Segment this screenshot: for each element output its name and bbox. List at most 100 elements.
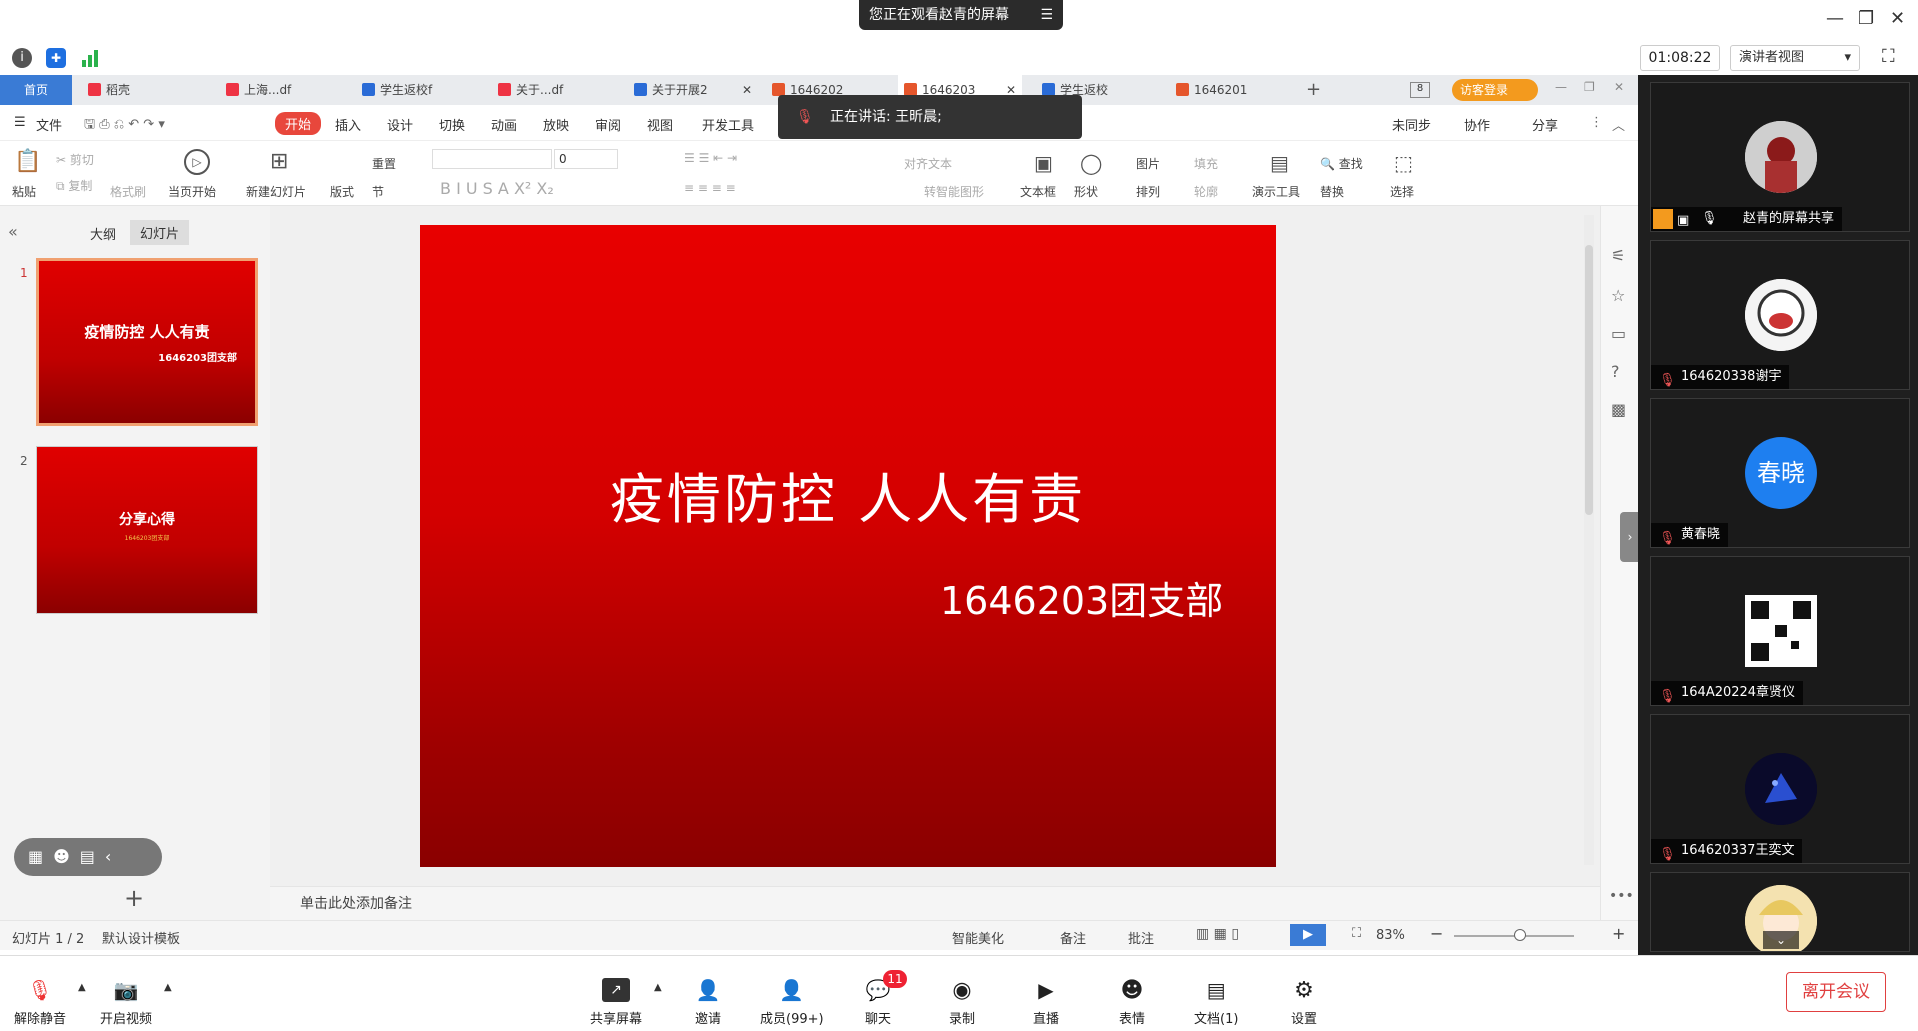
invite-button[interactable]: 👤 邀请 xyxy=(694,978,722,1027)
settings-button[interactable]: ⚙ 设置 xyxy=(1290,978,1318,1027)
tab-outline[interactable]: 大纲 xyxy=(90,224,116,243)
help-icon[interactable]: ? xyxy=(1611,362,1620,381)
menu-transition[interactable]: 切换 xyxy=(439,115,465,134)
floating-tools-pill[interactable]: ▦☻▤‹ xyxy=(14,838,162,876)
menu-animation[interactable]: 动画 xyxy=(491,115,517,134)
share-screen-button[interactable]: ↗ 共享屏幕 xyxy=(590,978,642,1027)
tab-word-about[interactable]: 关于开展2 ✕ xyxy=(628,75,758,105)
section-button[interactable]: 节 xyxy=(372,183,384,200)
textbox-button[interactable]: 文本框 xyxy=(1020,183,1056,200)
tab-docer[interactable]: 稻壳 xyxy=(82,75,202,105)
picture-button[interactable]: 图片 xyxy=(1136,155,1160,172)
video-options-icon[interactable]: ▲ xyxy=(164,982,172,993)
zoom-slider[interactable] xyxy=(1454,929,1574,941)
menu-developer[interactable]: 开发工具 xyxy=(702,115,754,134)
menu-slideshow[interactable]: 放映 xyxy=(543,115,569,134)
new-tab-icon[interactable]: + xyxy=(1306,79,1321,100)
tab-pdf-about[interactable]: 关于...df xyxy=(492,75,612,105)
emoji-button[interactable]: ☻ 表情 xyxy=(1118,978,1146,1027)
tab-slides[interactable]: 幻灯片 xyxy=(130,220,190,245)
docs-button[interactable]: ▤ 文档(1) xyxy=(1194,978,1238,1027)
minimize-icon[interactable]: — xyxy=(1826,8,1844,29)
watching-screen-banner[interactable]: 您正在观看赵青的屏幕 ☰ xyxy=(859,0,1063,30)
shape-icon[interactable]: ◯ xyxy=(1080,151,1102,175)
paragraph-align-icons[interactable]: ≡ ≡ ≡ ≡ xyxy=(684,181,736,195)
smart-shape-button[interactable]: 转智能图形 xyxy=(924,183,984,200)
add-slide-icon[interactable]: + xyxy=(124,884,144,912)
collapse-ribbon-icon[interactable]: ︿ xyxy=(1612,115,1625,134)
members-button[interactable]: 👤 成员(99+) xyxy=(760,978,824,1027)
reset-button[interactable]: 重置 xyxy=(372,155,396,172)
font-family-select[interactable] xyxy=(432,149,552,169)
scrollbar-thumb[interactable] xyxy=(1585,245,1593,515)
participant-tile[interactable]: 春晓 🎙 黄春晓 xyxy=(1650,398,1910,548)
menu-start[interactable]: 开始 xyxy=(275,112,322,135)
notes-toggle-button[interactable]: 备注 xyxy=(1060,928,1086,947)
unmute-button[interactable]: 🎙 解除静音 xyxy=(14,978,66,1027)
quick-access-icons[interactable]: 🖫 ⎙ ⎌ ↶ ↷ ▾ xyxy=(84,115,165,137)
live-button[interactable]: ▶ 直播 xyxy=(1032,978,1060,1027)
participant-tile[interactable]: ⌄ xyxy=(1650,872,1910,952)
new-slide-icon[interactable]: ⊞ xyxy=(270,149,288,174)
zoom-slider-thumb[interactable] xyxy=(1514,929,1526,941)
record-button[interactable]: ◉ 录制 xyxy=(948,978,976,1027)
more-tools-icon[interactable]: ••• xyxy=(1609,888,1634,904)
tab-close-icon[interactable]: ✕ xyxy=(742,75,752,105)
leave-meeting-button[interactable]: 离开会议 xyxy=(1786,972,1886,1012)
play-slideshow-button[interactable]: ▶ xyxy=(1290,924,1326,946)
audio-options-icon[interactable]: ▲ xyxy=(78,982,86,993)
present-tools-button[interactable]: 演示工具 xyxy=(1252,183,1300,200)
share-options-icon[interactable]: ▲ xyxy=(654,982,662,993)
signal-icon[interactable] xyxy=(80,48,100,68)
shield-icon[interactable]: ✚ xyxy=(46,48,66,68)
menu-insert[interactable]: 插入 xyxy=(335,115,361,134)
copy-button[interactable]: ⧉ 复制 xyxy=(56,177,92,194)
paste-icon[interactable]: 📋 xyxy=(14,149,41,174)
collapse-panel-icon[interactable]: « xyxy=(8,222,18,241)
new-slide-button[interactable]: 新建幻灯片 xyxy=(246,183,306,200)
menu-review[interactable]: 审阅 xyxy=(595,115,621,134)
fullscreen-icon[interactable]: ⛶ xyxy=(1882,46,1895,67)
view-mode-icons[interactable]: ▥ ▦ ▯ xyxy=(1196,926,1239,942)
tab-ppt-1646201[interactable]: 1646201 xyxy=(1170,75,1290,105)
template-name[interactable]: 默认设计模板 xyxy=(102,928,180,947)
current-slide[interactable]: 疫情防控 人人有责 1646203团支部 xyxy=(420,225,1276,867)
slide-subtitle[interactable]: 1646203团支部 xyxy=(940,570,1223,625)
smart-beautify-button[interactable]: 智能美化 xyxy=(952,928,1004,947)
replace-button[interactable]: 替换 xyxy=(1320,183,1344,200)
info-icon[interactable]: i xyxy=(12,48,32,68)
participant-tile[interactable]: 🎙 164A20224章贤仪 xyxy=(1650,556,1910,706)
participant-tile[interactable]: ▣ 🎙 赵青的屏幕共享 xyxy=(1650,82,1910,232)
guest-login-button[interactable]: 访客登录 xyxy=(1452,79,1538,101)
wps-restore-icon[interactable]: ❐ xyxy=(1584,80,1595,94)
restore-icon[interactable]: ❐ xyxy=(1858,8,1874,29)
wps-close-icon[interactable]: ✕ xyxy=(1614,80,1624,94)
comments-toggle-button[interactable]: 批注 xyxy=(1128,928,1154,947)
zoom-in-icon[interactable]: + xyxy=(1612,924,1625,943)
menu-view[interactable]: 视图 xyxy=(647,115,673,134)
star-icon[interactable]: ☆ xyxy=(1611,286,1625,305)
from-current-button[interactable]: 当页开始 xyxy=(168,183,216,200)
tab-pdf-shanghai[interactable]: 上海...df xyxy=(220,75,340,105)
participant-tile[interactable]: 🎙 164620338谢宇 xyxy=(1650,240,1910,390)
layout-button[interactable]: 版式 xyxy=(330,183,354,200)
textbox-icon[interactable]: ▣ xyxy=(1034,151,1053,175)
paste-button[interactable]: 粘贴 xyxy=(12,183,36,200)
menu-file[interactable]: 文件 xyxy=(36,115,62,134)
expand-panel-handle[interactable]: › xyxy=(1620,512,1640,562)
comments-icon[interactable]: ▭ xyxy=(1611,324,1626,343)
font-size-select[interactable]: 0 xyxy=(554,149,618,169)
collaborate-button[interactable]: 协作 xyxy=(1464,115,1490,134)
find-button[interactable]: 🔍 查找 xyxy=(1320,155,1363,172)
fit-window-icon[interactable]: ⛶ xyxy=(1352,926,1361,941)
tab-count-icon[interactable]: 8 xyxy=(1410,82,1430,98)
slide-thumbnail-2[interactable]: 分享心得 1646203团支部 xyxy=(36,446,258,614)
zoom-level[interactable]: 83% xyxy=(1376,928,1405,943)
menu-design[interactable]: 设计 xyxy=(387,115,413,134)
outline-button[interactable]: 轮廓 xyxy=(1194,183,1218,200)
participant-tile[interactable]: 🎙 164620337王奕文 xyxy=(1650,714,1910,864)
presenter-view-dropdown[interactable]: 演讲者视图 ▾ xyxy=(1730,45,1860,71)
share-button[interactable]: 分享 xyxy=(1532,115,1558,134)
arrange-button[interactable]: 排列 xyxy=(1136,183,1160,200)
fill-button[interactable]: 填充 xyxy=(1194,155,1218,172)
